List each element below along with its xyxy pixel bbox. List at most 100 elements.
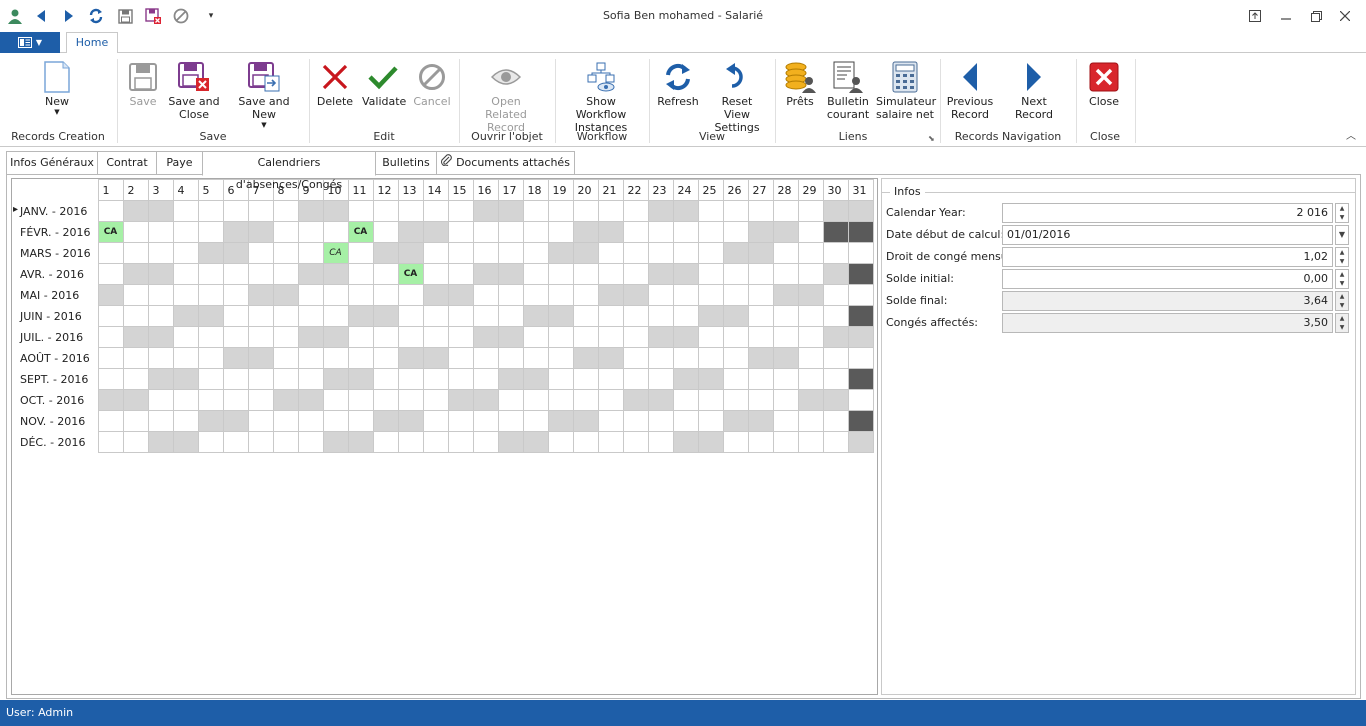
day-cell[interactable] [222,368,249,390]
day-cell[interactable] [272,242,299,264]
day-cell[interactable] [722,368,749,390]
day-cell[interactable] [522,284,549,306]
day-cell[interactable] [172,263,199,285]
day-cell[interactable] [347,284,374,306]
day-cell[interactable] [772,410,799,432]
day-cell[interactable] [197,242,224,264]
day-cell[interactable] [797,305,824,327]
day-cell[interactable] [472,242,499,264]
previous-record-button[interactable]: Previous Record [946,59,994,121]
day-cell[interactable] [697,200,724,222]
day-cell[interactable] [572,389,599,411]
day-cell[interactable] [422,263,449,285]
day-cell[interactable] [797,347,824,369]
day-cell[interactable] [847,263,874,285]
day-cell[interactable] [222,431,249,453]
day-cell[interactable] [647,410,674,432]
day-cell[interactable] [422,431,449,453]
day-cell[interactable] [547,305,574,327]
day-cell[interactable] [172,242,199,264]
day-cell[interactable] [197,263,224,285]
close-window-icon[interactable] [1335,7,1355,25]
day-cell[interactable] [672,347,699,369]
day-cell[interactable] [97,389,124,411]
day-cell[interactable] [347,431,374,453]
day-cell[interactable] [572,431,599,453]
day-cell[interactable] [297,347,324,369]
day-cell[interactable] [122,284,149,306]
day-cell[interactable] [422,389,449,411]
day-cell[interactable] [297,263,324,285]
day-cell[interactable] [647,242,674,264]
day-cell[interactable] [797,326,824,348]
day-cell[interactable] [222,221,249,243]
day-cell[interactable] [547,368,574,390]
day-cell[interactable] [647,221,674,243]
day-cell[interactable] [422,368,449,390]
day-cell[interactable] [572,221,599,243]
day-cell[interactable] [647,347,674,369]
day-cell[interactable] [372,221,399,243]
day-cell[interactable] [122,389,149,411]
day-cell[interactable] [572,326,599,348]
day-cell[interactable] [497,221,524,243]
day-cell[interactable] [272,305,299,327]
day-cell[interactable] [747,200,774,222]
spin-buttons-icon[interactable]: ▲ ▼ [1335,247,1349,267]
day-cell[interactable] [322,305,349,327]
day-cell[interactable] [847,326,874,348]
day-cell[interactable] [522,389,549,411]
day-cell[interactable] [147,326,174,348]
day-cell[interactable] [322,410,349,432]
day-cell[interactable] [772,347,799,369]
day-cell[interactable] [272,326,299,348]
day-cell[interactable] [622,326,649,348]
day-cell[interactable] [197,305,224,327]
day-cell[interactable] [772,326,799,348]
dropdown-arrow-icon[interactable]: ▼ [1335,225,1349,245]
day-cell[interactable] [697,221,724,243]
day-cell[interactable] [397,242,424,264]
day-cell[interactable] [197,368,224,390]
day-cell[interactable] [347,242,374,264]
day-cell[interactable] [397,305,424,327]
day-cell[interactable] [372,242,399,264]
day-cell[interactable] [797,200,824,222]
day-cell[interactable] [647,284,674,306]
day-cell[interactable] [422,242,449,264]
day-cell[interactable] [422,326,449,348]
tab-bulletins[interactable]: Bulletins [375,151,437,175]
day-cell[interactable] [647,368,674,390]
day-cell[interactable] [572,347,599,369]
day-cell[interactable] [322,200,349,222]
day-cell[interactable] [597,305,624,327]
show-workflow-instances-button[interactable]: Show Workflow Instances [560,59,642,134]
day-cell[interactable] [97,263,124,285]
day-cell[interactable] [697,305,724,327]
day-cell[interactable] [622,242,649,264]
validate-button[interactable]: Validate [362,59,406,108]
day-cell[interactable] [847,368,874,390]
day-cell[interactable] [447,368,474,390]
day-cell[interactable] [822,242,849,264]
day-cell[interactable] [822,389,849,411]
day-cell[interactable] [847,347,874,369]
day-cell[interactable] [572,263,599,285]
day-cell[interactable] [772,389,799,411]
day-cell[interactable] [372,326,399,348]
day-cell[interactable] [597,410,624,432]
day-cell[interactable] [472,431,499,453]
day-cell[interactable] [747,389,774,411]
day-cell[interactable] [597,263,624,285]
day-cell[interactable] [247,389,274,411]
day-cell-leave-pending[interactable]: CA [322,242,349,264]
day-cell[interactable] [447,263,474,285]
delete-button[interactable]: Delete [316,59,354,108]
day-cell[interactable] [572,242,599,264]
day-cell[interactable] [347,368,374,390]
day-cell[interactable] [622,368,649,390]
day-cell[interactable] [97,242,124,264]
day-cell[interactable] [222,326,249,348]
day-cell[interactable] [472,410,499,432]
day-cell[interactable] [522,410,549,432]
